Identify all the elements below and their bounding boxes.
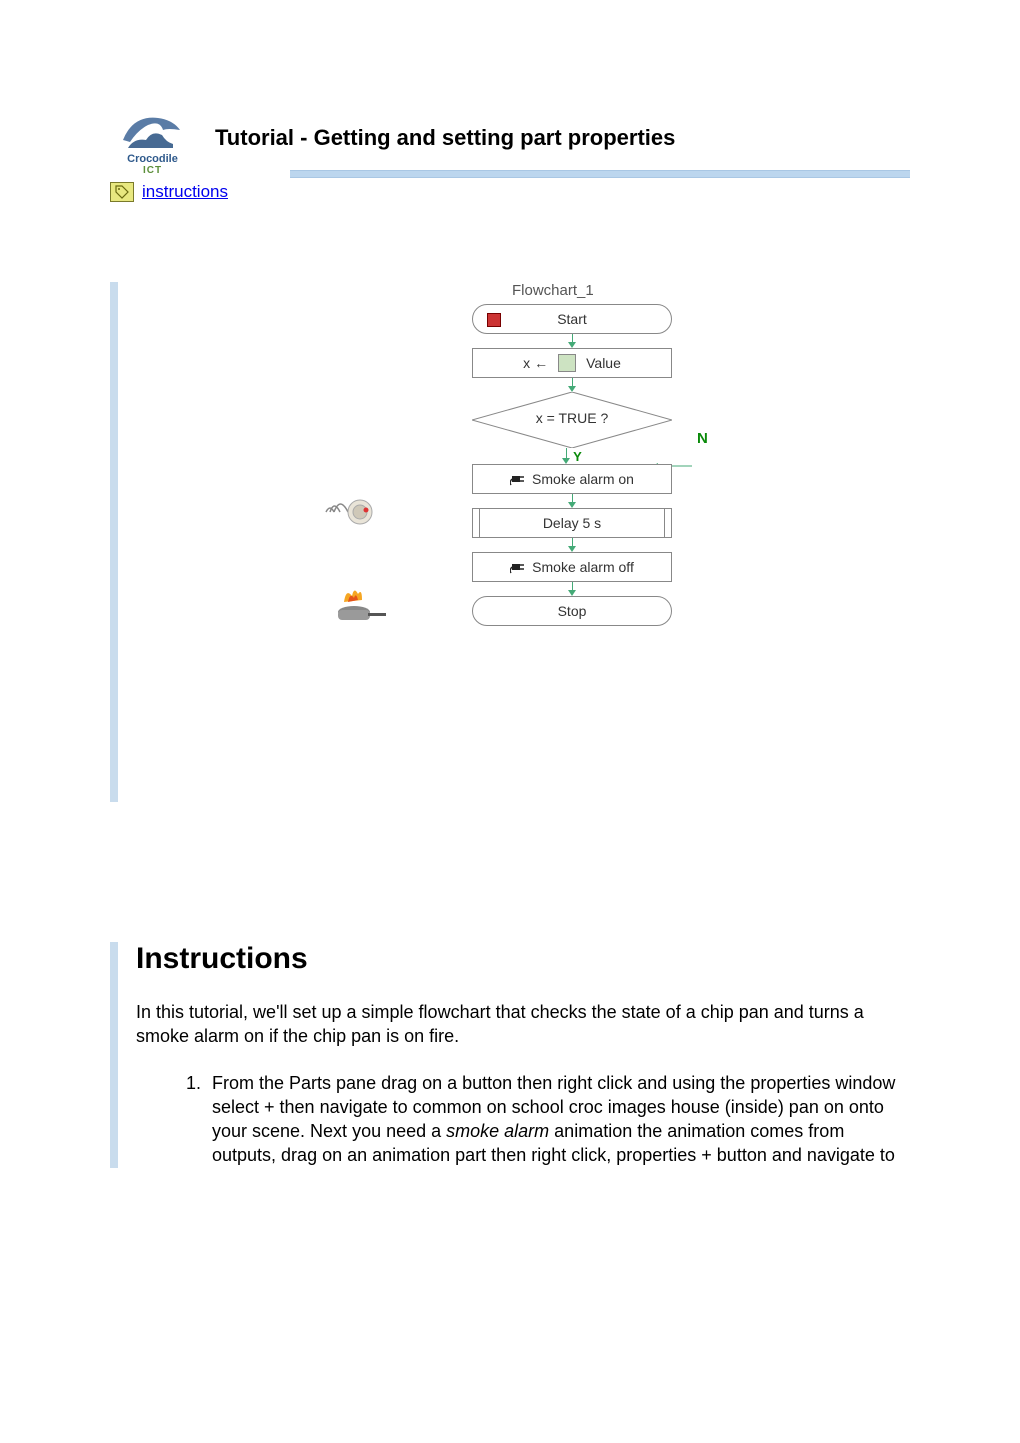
- arrow-icon: [568, 378, 576, 392]
- decision-label: x = TRUE ?: [472, 410, 672, 426]
- smoke-on-label: Smoke alarm on: [532, 471, 634, 487]
- value-swatch-icon: [558, 354, 576, 372]
- smoke-off-label: Smoke alarm off: [532, 559, 634, 575]
- flowchart-stop[interactable]: Stop: [472, 596, 672, 626]
- assign-var: x: [523, 355, 530, 371]
- header-divider: [290, 170, 910, 178]
- arrow-icon: [568, 334, 576, 348]
- chip-pan-fire-icon: [332, 582, 392, 635]
- start-indicator-icon: [487, 313, 501, 327]
- flowchart-assign[interactable]: x ← Value: [472, 348, 672, 378]
- instruction-step-1: From the Parts pane drag on a button the…: [206, 1071, 910, 1168]
- step1-italic: smoke alarm: [446, 1121, 549, 1141]
- decision-no-label: N: [697, 430, 708, 447]
- page-title: Tutorial - Getting and setting part prop…: [215, 125, 675, 151]
- assign-arrow: ←: [534, 355, 548, 371]
- section-bar: [110, 942, 118, 1168]
- crocodile-icon: [118, 100, 188, 155]
- instructions-heading: Instructions: [136, 942, 910, 976]
- stop-label: Stop: [558, 603, 587, 619]
- tag-icon: [110, 182, 134, 202]
- arrow-icon: [568, 494, 576, 508]
- flowchart-title: Flowchart_1: [512, 282, 594, 299]
- smoke-alarm-icon: [322, 492, 382, 537]
- delay-label: Delay 5 s: [543, 515, 601, 531]
- plug-icon: [510, 472, 526, 486]
- arrow-icon: [562, 448, 570, 464]
- decision-yes-label: Y: [573, 449, 582, 464]
- instructions-intro: In this tutorial, we'll set up a simple …: [136, 1000, 910, 1049]
- header: Crocodile ICT Tutorial - Getting and set…: [110, 100, 910, 176]
- instructions-section: Instructions In this tutorial, we'll set…: [110, 942, 910, 1168]
- instructions-link[interactable]: instructions: [142, 182, 228, 202]
- logo-text-2: ICT: [110, 165, 195, 176]
- flowchart-decision[interactable]: x = TRUE ?: [472, 392, 672, 448]
- plug-icon: [510, 560, 526, 574]
- tag-row: instructions: [110, 182, 910, 202]
- start-label: Start: [557, 311, 587, 327]
- instructions-list: From the Parts pane drag on a button the…: [136, 1071, 910, 1168]
- assign-value-label: Value: [586, 355, 621, 371]
- logo-text-1: Crocodile: [110, 153, 195, 165]
- arrow-icon: [568, 538, 576, 552]
- arrow-icon: [568, 582, 576, 596]
- flowchart-smoke-on[interactable]: Smoke alarm on: [472, 464, 672, 494]
- section-bar: [110, 282, 118, 802]
- flowchart-region: Flowchart_1 N Start x ← Valu: [110, 282, 910, 802]
- flowchart-delay[interactable]: Delay 5 s: [472, 508, 672, 538]
- logo: Crocodile ICT: [110, 100, 195, 176]
- flowchart-start[interactable]: Start: [472, 304, 672, 334]
- flowchart-smoke-off[interactable]: Smoke alarm off: [472, 552, 672, 582]
- flowchart-canvas: Flowchart_1 N Start x ← Valu: [142, 282, 910, 802]
